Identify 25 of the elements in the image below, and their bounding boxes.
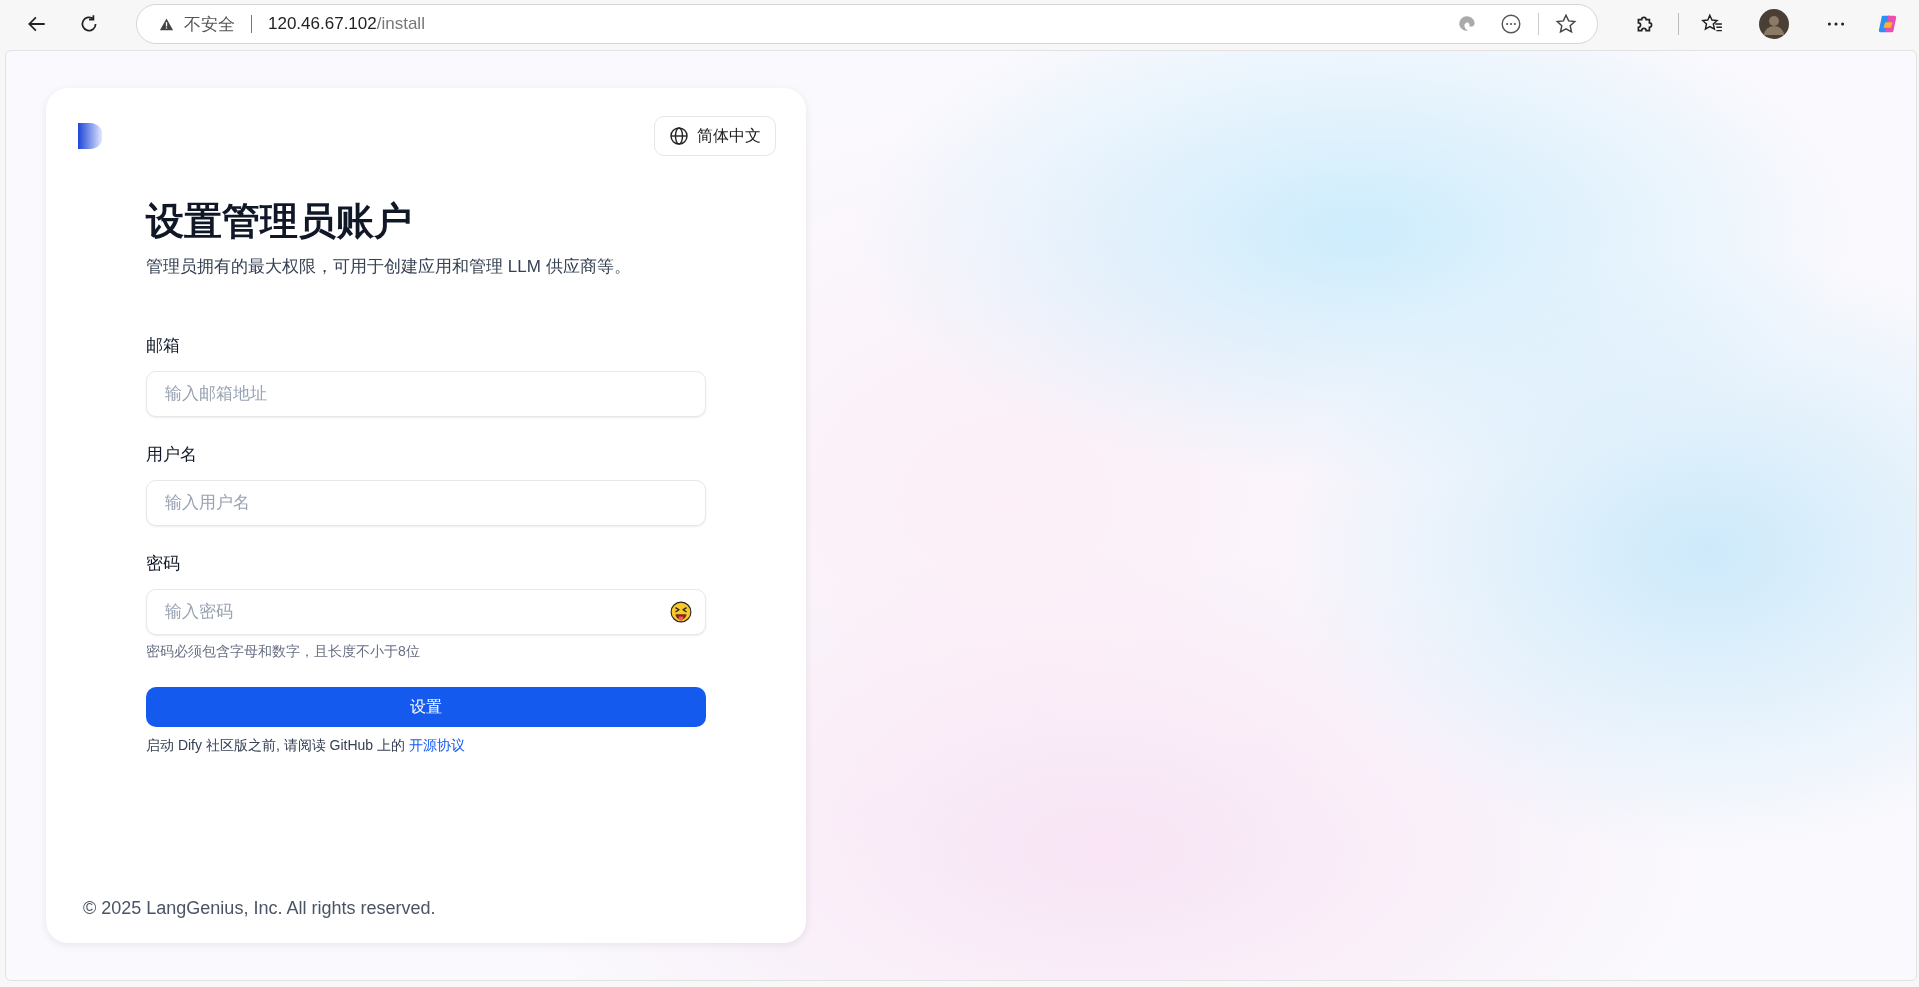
license-link[interactable]: 开源协议 (408, 737, 465, 753)
input-field[interactable]: 输入邮箱地址 (146, 371, 706, 417)
copilot-icon[interactable] (1877, 13, 1899, 35)
hint-text: 密码必须包含字母和数字，且长度不小于8位 (146, 643, 421, 661)
globe-icon (669, 126, 689, 146)
subtitle-text: 管理员拥有的最大权限，可用于创建应用和管理 LLM 供应商等。 (146, 256, 632, 278)
warning-icon[interactable] (159, 16, 174, 32)
address-bar[interactable]: 不安全 120.46.67.102/install (136, 4, 1598, 44)
language-button[interactable]: 简体中文 (654, 116, 776, 156)
field-label: 密码 (146, 553, 181, 575)
star-icon[interactable] (1555, 13, 1577, 35)
more-circle-icon[interactable] (1500, 13, 1522, 35)
field-label: 用户名 (146, 444, 198, 466)
avatar-icon[interactable] (1759, 9, 1789, 39)
copyright-text: © 2025 LangGenius, Inc. All rights reserved. (82, 898, 437, 919)
security-label[interactable]: 不安全 (184, 12, 235, 36)
emoji-icon[interactable] (670, 601, 692, 623)
submit-button[interactable]: 设置 (146, 687, 706, 727)
input-field[interactable]: 输入用户名 (146, 480, 706, 526)
page-title: 设置管理员账户 (146, 199, 413, 244)
logo-icon (78, 123, 102, 149)
field-label: 邮箱 (146, 335, 181, 357)
url-text[interactable]: 120.46.67.102/install (268, 14, 425, 34)
notice-text: 启动 Dify 社区版之前, 请阅读 GitHub 上的 开源协议 (146, 737, 466, 755)
input-field[interactable]: 输入密码 (146, 589, 706, 635)
